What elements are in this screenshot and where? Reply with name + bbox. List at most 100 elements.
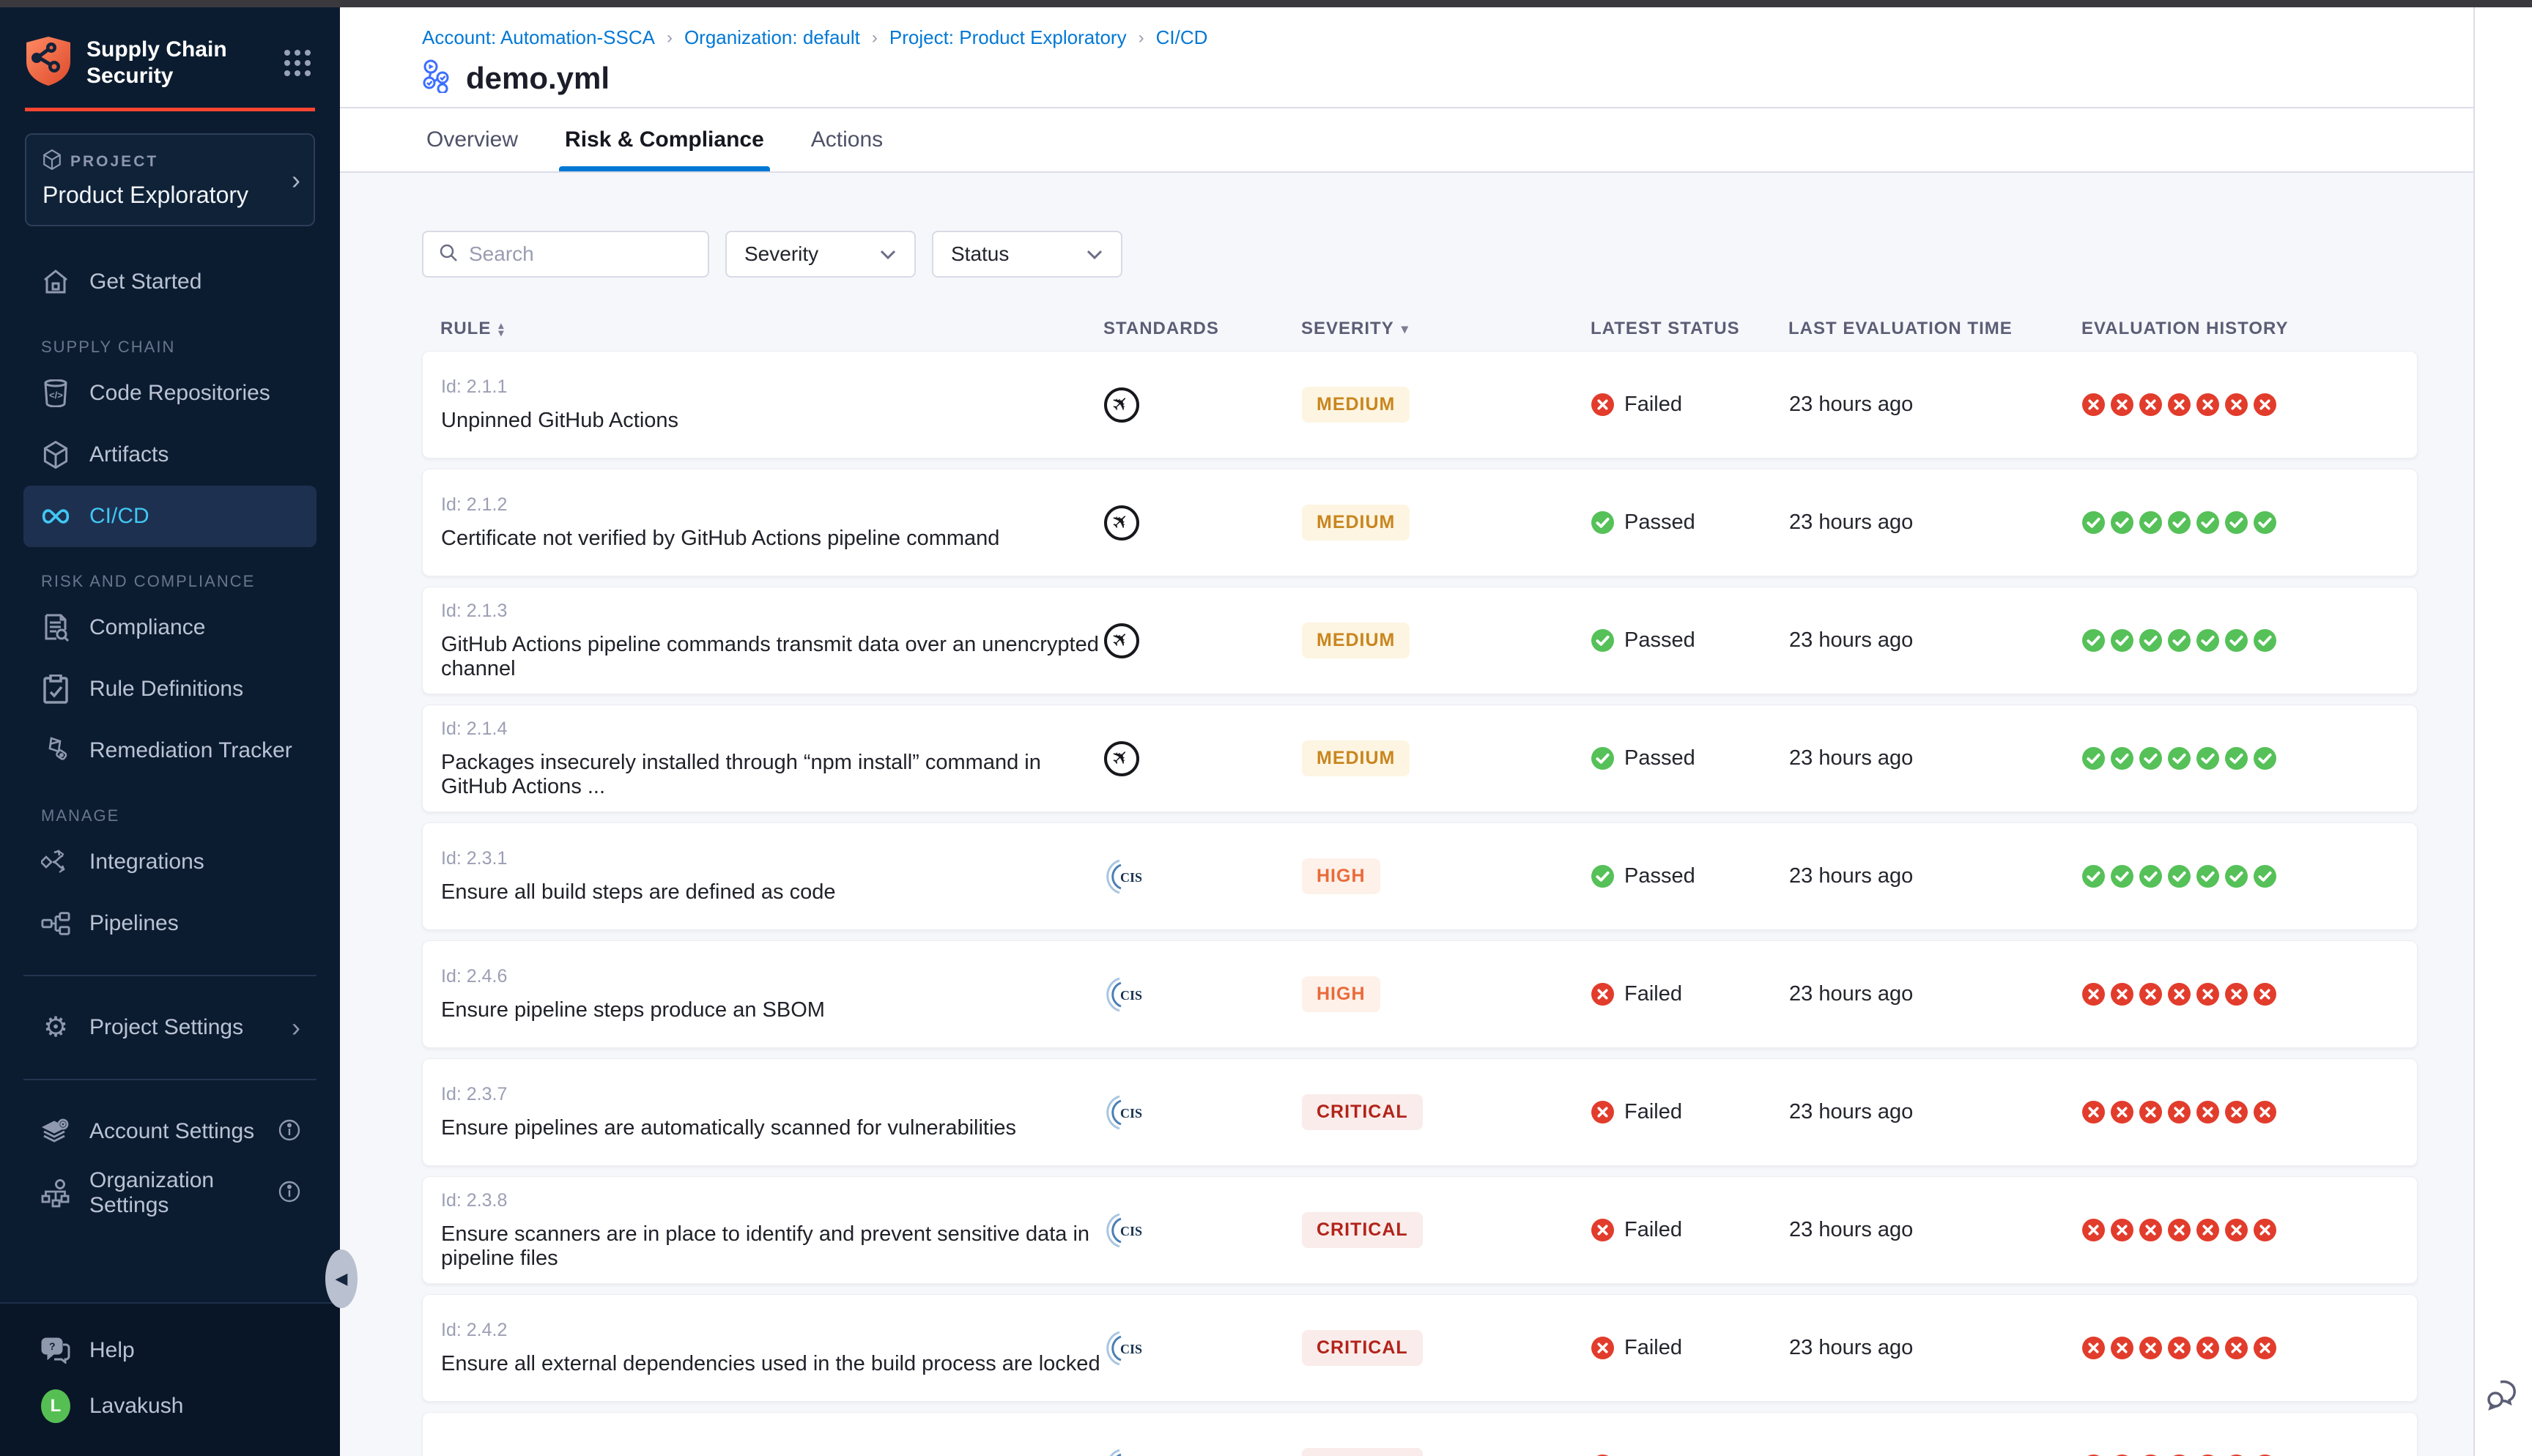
- sidebar-collapse-handle[interactable]: ◀: [325, 1249, 358, 1308]
- rule-name: Ensure pipelines are automatically scann…: [441, 1116, 1104, 1140]
- sidebar-item-artifacts[interactable]: Artifacts: [23, 424, 316, 486]
- failed-icon: [2168, 393, 2191, 416]
- sidebar-item-remediation-tracker[interactable]: Remediation Tracker: [23, 720, 316, 781]
- main-area: Account: Automation-SSCA › Organization: d…: [340, 7, 2473, 1456]
- sidebar-item-get-started[interactable]: Get Started: [23, 251, 316, 313]
- passed-icon: [2168, 865, 2191, 888]
- rule-id: Id: 2.3.1: [441, 848, 1104, 869]
- sidebar-item-organization-settings[interactable]: Organization Settings: [23, 1162, 316, 1224]
- column-header-standards[interactable]: STANDARDS: [1103, 319, 1301, 339]
- tab-overview[interactable]: Overview: [423, 108, 521, 171]
- failed-icon: [2168, 983, 2191, 1006]
- sidebar-item-code-repositories[interactable]: </>Code Repositories: [23, 363, 316, 424]
- divider: [23, 1079, 316, 1080]
- table-row[interactable]: Id: 2.3.1Ensure all build steps are defi…: [422, 822, 2418, 930]
- sidebar-item-rule-definitions[interactable]: Rule Definitions: [23, 658, 316, 720]
- project-selector[interactable]: PROJECT Product Exploratory ›: [25, 133, 315, 226]
- table-row[interactable]: Id: 2.4.6Ensure pipeline steps produce a…: [422, 940, 2418, 1048]
- column-header-rule[interactable]: RULE▴▾: [422, 319, 1103, 339]
- failed-icon: [2254, 393, 2276, 416]
- passed-icon: [2168, 629, 2191, 652]
- failed-icon: [2168, 1337, 2191, 1359]
- table-row[interactable]: Id: 2.1.4Packages insecurely installed t…: [422, 705, 2418, 812]
- sidebar-item-pipelines[interactable]: Pipelines: [23, 893, 316, 954]
- brand-divider: [25, 108, 315, 111]
- breadcrumb-link-1[interactable]: Organization: default: [684, 26, 860, 49]
- breadcrumb-separator: ›: [667, 28, 673, 48]
- sidebar-item-account-settings[interactable]: Account Settings: [23, 1101, 316, 1162]
- failed-icon: [2111, 393, 2133, 416]
- evaluation-history-cell: [2082, 865, 2417, 888]
- gear-icon: ⚙: [41, 1014, 70, 1041]
- table-row[interactable]: Id: 2.3.8Ensure scanners are in place to…: [422, 1176, 2418, 1284]
- severity-badge: MEDIUM: [1302, 505, 1410, 541]
- last-evaluation-time-cell: 23 hours ago: [1789, 982, 2082, 1006]
- sidebar-item-label: Artifacts: [89, 442, 169, 467]
- failed-icon: [2225, 393, 2248, 416]
- info-icon: [278, 1117, 300, 1146]
- sort-desc-icon[interactable]: ▾: [1402, 322, 1409, 337]
- sidebar-item-project-settings[interactable]: ⚙Project Settings›: [23, 997, 316, 1058]
- search-box[interactable]: [422, 231, 709, 278]
- failed-icon: [2225, 1101, 2248, 1123]
- evaluation-history-cell: [2082, 511, 2417, 534]
- breadcrumb-link-2[interactable]: Project: Product Exploratory: [889, 26, 1127, 49]
- passed-icon: [2254, 511, 2276, 534]
- severity-cell: HIGH: [1302, 858, 1591, 894]
- severity-badge: CRITICAL: [1302, 1094, 1423, 1130]
- table-row[interactable]: Id: 3.1.7CISCRITICALFailed23 hours ago: [422, 1412, 2418, 1456]
- status-filter-label: Status: [951, 242, 1009, 266]
- sort-icon[interactable]: ▴▾: [498, 322, 504, 336]
- rule-id: Id: 2.1.3: [441, 601, 1104, 622]
- table-row[interactable]: Id: 2.1.1Unpinned GitHub Actions✈MEDIUMF…: [422, 351, 2418, 458]
- failed-icon: [2082, 1219, 2105, 1241]
- sidebar-item-integrations[interactable]: Integrations: [23, 831, 316, 893]
- passed-icon: [2139, 865, 2162, 888]
- table-header: RULE▴▾STANDARDSSEVERITY▾LATEST STATUSLAS…: [422, 307, 2418, 351]
- column-header-severity[interactable]: SEVERITY▾: [1301, 319, 1591, 339]
- sidebar-item-help[interactable]: ? Help: [23, 1323, 316, 1378]
- table-row[interactable]: Id: 2.1.2Certificate not verified by Git…: [422, 469, 2418, 576]
- sidebar-item-label: Compliance: [89, 615, 205, 640]
- owasp-standard-icon: ✈: [1104, 623, 1139, 658]
- project-label: PROJECT: [70, 153, 158, 171]
- tab-actions[interactable]: Actions: [808, 108, 886, 171]
- latest-status-cell: Passed: [1591, 746, 1789, 770]
- breadcrumb-link-0[interactable]: Account: Automation-SSCA: [422, 26, 655, 49]
- failed-icon: [1591, 983, 1614, 1006]
- passed-icon: [2225, 629, 2248, 652]
- sidebar-item-label: Organization Settings: [89, 1168, 259, 1218]
- status-label: Failed: [1624, 1100, 1682, 1124]
- integrations-icon: [41, 848, 70, 876]
- failed-icon: [2168, 1219, 2191, 1241]
- table-row[interactable]: Id: 2.3.7Ensure pipelines are automatica…: [422, 1058, 2418, 1166]
- passed-icon: [1591, 747, 1614, 770]
- failed-icon: [2082, 983, 2105, 1006]
- module-grid-icon[interactable]: [284, 50, 311, 76]
- passed-icon: [1591, 511, 1614, 534]
- table-row[interactable]: Id: 2.1.3GitHub Actions pipeline command…: [422, 587, 2418, 694]
- failed-icon: [2111, 983, 2133, 1006]
- tab-bar: Overview Risk & Compliance Actions: [340, 108, 2473, 173]
- passed-icon: [2139, 511, 2162, 534]
- search-input[interactable]: [469, 242, 693, 266]
- status-filter-dropdown[interactable]: Status: [932, 231, 1122, 278]
- breadcrumb-link-3[interactable]: CI/CD: [1156, 26, 1208, 49]
- passed-icon: [2225, 511, 2248, 534]
- sidebar-item-user[interactable]: L Lavakush: [23, 1378, 316, 1434]
- sidebar-item-compliance[interactable]: Compliance: [23, 597, 316, 658]
- failed-icon: [2082, 1101, 2105, 1123]
- rule-name: Packages insecurely installed through “n…: [441, 751, 1104, 799]
- table-row[interactable]: Id: 2.4.2Ensure all external dependencie…: [422, 1294, 2418, 1402]
- last-evaluation-time-cell: 23 hours ago: [1789, 1218, 2082, 1242]
- right-gutter: [2473, 7, 2532, 1456]
- tab-risk-compliance[interactable]: Risk & Compliance: [562, 108, 767, 171]
- sidebar-item-ci-cd[interactable]: CI/CD: [23, 486, 316, 547]
- severity-filter-dropdown[interactable]: Severity: [725, 231, 916, 278]
- sidebar-nav: Get StartedSUPPLY CHAIN</>Code Repositor…: [0, 251, 340, 954]
- feedback-chat-icon[interactable]: [2486, 1379, 2521, 1415]
- account-settings-icon: [41, 1118, 70, 1145]
- owasp-standard-icon: ✈: [1104, 387, 1139, 423]
- standards-cell: CIS: [1104, 1447, 1302, 1456]
- failed-icon: [2139, 1101, 2162, 1123]
